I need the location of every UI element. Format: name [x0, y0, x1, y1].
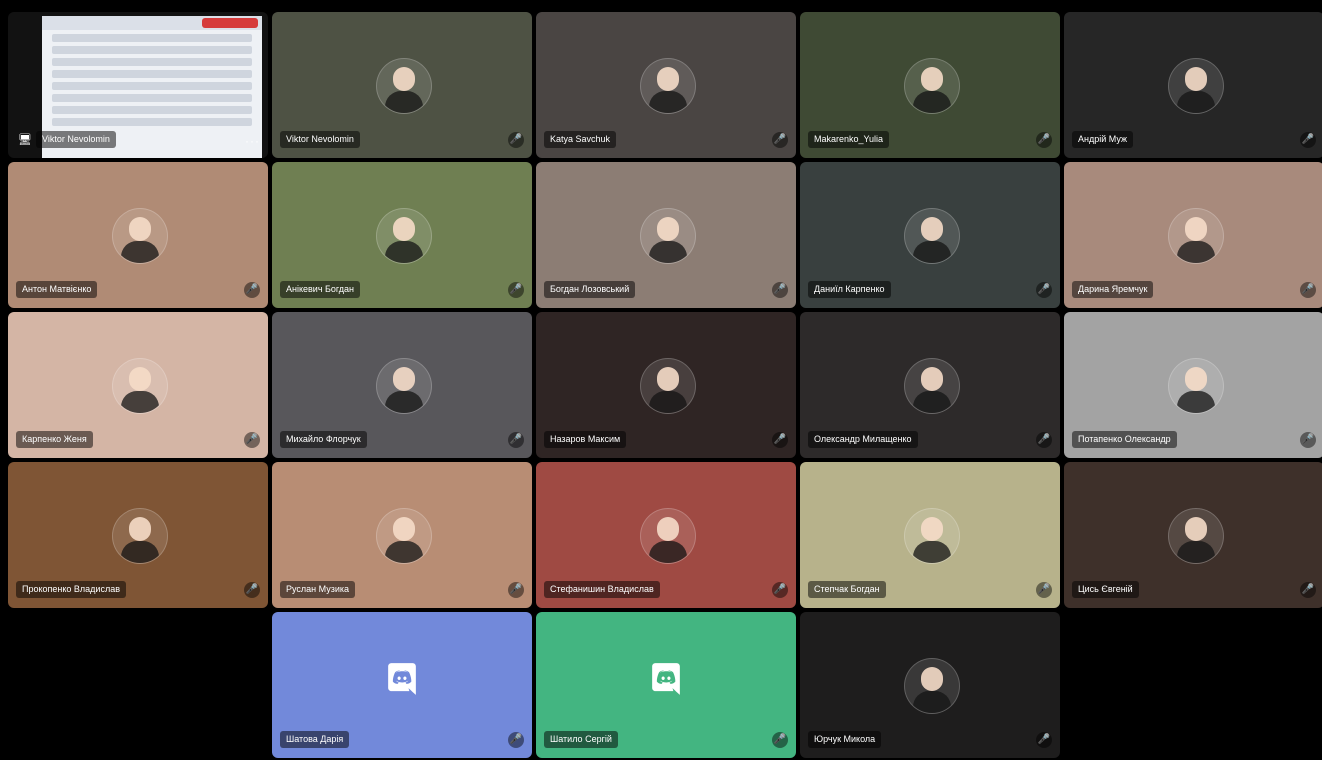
mic-muted-icon: 🎤 — [1036, 282, 1052, 298]
mic-muted-icon: 🎤 — [772, 432, 788, 448]
participant-name: Руслан Музика — [280, 581, 356, 598]
participant-tile[interactable]: 🖥 ··· Viktor Nevolomin — [8, 12, 268, 158]
avatar — [112, 508, 168, 564]
participant-name: Katya Savchuk — [544, 131, 617, 148]
mic-muted-icon: 🎤 — [1300, 132, 1316, 148]
mic-muted-icon: 🎤 — [508, 732, 524, 748]
participant-tile[interactable]: Руслан Музика 🎤 — [272, 462, 532, 608]
avatar — [1168, 208, 1224, 264]
mic-muted-icon: 🎤 — [772, 132, 788, 148]
participant-name: Антон Матвієнко — [16, 281, 98, 298]
avatar — [640, 358, 696, 414]
avatar — [904, 358, 960, 414]
mic-muted-icon: 🎤 — [508, 132, 524, 148]
participant-name: Назаров Максим — [544, 431, 627, 448]
participant-tile[interactable]: Viktor Nevolomin 🎤 — [272, 12, 532, 158]
participant-tile[interactable]: Степчак Богдан 🎤 — [800, 462, 1060, 608]
more-options-icon[interactable]: ··· — [245, 134, 260, 148]
participant-tile[interactable]: Карпенко Женя 🎤 — [8, 312, 268, 458]
participant-name: Карпенко Женя — [16, 431, 93, 448]
participant-tile[interactable]: Юрчук Микола 🎤 — [800, 612, 1060, 758]
participant-name: Шатило Сергій — [544, 731, 618, 748]
mic-muted-icon: 🎤 — [244, 582, 260, 598]
participant-tile[interactable]: Katya Savchuk 🎤 — [536, 12, 796, 158]
avatar — [376, 58, 432, 114]
mic-muted-icon: 🎤 — [1300, 282, 1316, 298]
participant-tile[interactable]: Богдан Лозовський 🎤 — [536, 162, 796, 308]
mic-muted-icon: 🎤 — [508, 282, 524, 298]
mic-muted-icon: 🎤 — [1036, 582, 1052, 598]
participant-name: Makarenko_Yulia — [808, 131, 890, 148]
avatar — [376, 358, 432, 414]
mic-muted-icon: 🎤 — [1300, 432, 1316, 448]
avatar — [376, 508, 432, 564]
participant-grid: 🖥 ··· Viktor Nevolomin Viktor Nevolomin 🎤 Kat… — [8, 12, 1322, 758]
mic-muted-icon: 🎤 — [772, 582, 788, 598]
mic-muted-icon: 🎤 — [508, 582, 524, 598]
participant-tile[interactable]: Антон Матвієнко 🎤 — [8, 162, 268, 308]
participant-tile[interactable]: Андрій Муж 🎤 — [1064, 12, 1322, 158]
participant-tile[interactable]: Стефанишин Владислав 🎤 — [536, 462, 796, 608]
avatar — [640, 58, 696, 114]
video-call-window: 🖥 ··· Viktor Nevolomin Viktor Nevolomin 🎤 Kat… — [0, 0, 1322, 760]
avatar — [904, 208, 960, 264]
avatar — [904, 658, 960, 714]
mic-muted-icon: 🎤 — [772, 732, 788, 748]
avatar — [904, 508, 960, 564]
mic-muted-icon: 🎤 — [1300, 582, 1316, 598]
avatar — [1168, 508, 1224, 564]
participant-name: Олександр Милащенко — [808, 431, 918, 448]
avatar — [904, 58, 960, 114]
participant-name: Viktor Nevolomin — [280, 131, 360, 148]
participant-tile[interactable]: Прокопенко Владислав 🎤 — [8, 462, 268, 608]
discord-logo-icon — [388, 663, 416, 695]
participant-name: Стефанишин Владислав — [544, 581, 660, 598]
participant-tile[interactable]: Даниїл Карпенко 🎤 — [800, 162, 1060, 308]
participant-tile[interactable]: Михайло Флорчук 🎤 — [272, 312, 532, 458]
participant-tile[interactable]: Дарина Яремчук 🎤 — [1064, 162, 1322, 308]
participant-name: Прокопенко Владислав — [16, 581, 126, 598]
participant-name: Анікевич Богдан — [280, 281, 361, 298]
mic-muted-icon: 🎤 — [508, 432, 524, 448]
avatar — [112, 208, 168, 264]
participant-name: Богдан Лозовський — [544, 281, 636, 298]
avatar — [1168, 358, 1224, 414]
avatar — [1168, 58, 1224, 114]
participant-name: Степчак Богдан — [808, 581, 886, 598]
mic-muted-icon: 🎤 — [244, 282, 260, 298]
discord-logo-icon — [652, 663, 680, 695]
avatar — [640, 208, 696, 264]
avatar — [376, 208, 432, 264]
monitor-icon: 🖥 — [18, 134, 32, 146]
participant-tile[interactable]: Шатило Сергій 🎤 — [536, 612, 796, 758]
mic-muted-icon: 🎤 — [1036, 432, 1052, 448]
mic-muted-icon: 🎤 — [244, 432, 260, 448]
participant-name: Дарина Яремчук — [1072, 281, 1154, 298]
participant-tile[interactable]: Шатова Дарія 🎤 — [272, 612, 532, 758]
participant-name: Андрій Муж — [1072, 131, 1133, 148]
mic-muted-icon: 🎤 — [772, 282, 788, 298]
participant-name: Потапенко Олександр — [1072, 431, 1177, 448]
participant-name: Даниїл Карпенко — [808, 281, 891, 298]
participant-name: Михайло Флорчук — [280, 431, 367, 448]
participant-tile[interactable]: Makarenko_Yulia 🎤 — [800, 12, 1060, 158]
mic-muted-icon: 🎤 — [1036, 732, 1052, 748]
participant-tile[interactable]: Цись Євгеній 🎤 — [1064, 462, 1322, 608]
participant-name: Viktor Nevolomin — [36, 131, 116, 148]
participant-tile[interactable]: Назаров Максим 🎤 — [536, 312, 796, 458]
participant-tile[interactable]: Олександр Милащенко 🎤 — [800, 312, 1060, 458]
participant-name: Юрчук Микола — [808, 731, 882, 748]
participant-tile[interactable]: Потапенко Олександр 🎤 — [1064, 312, 1322, 458]
participant-name: Шатова Дарія — [280, 731, 350, 748]
avatar — [640, 508, 696, 564]
participant-tile[interactable]: Анікевич Богдан 🎤 — [272, 162, 532, 308]
mic-muted-icon: 🎤 — [1036, 132, 1052, 148]
avatar — [112, 358, 168, 414]
participant-name: Цись Євгеній — [1072, 581, 1139, 598]
